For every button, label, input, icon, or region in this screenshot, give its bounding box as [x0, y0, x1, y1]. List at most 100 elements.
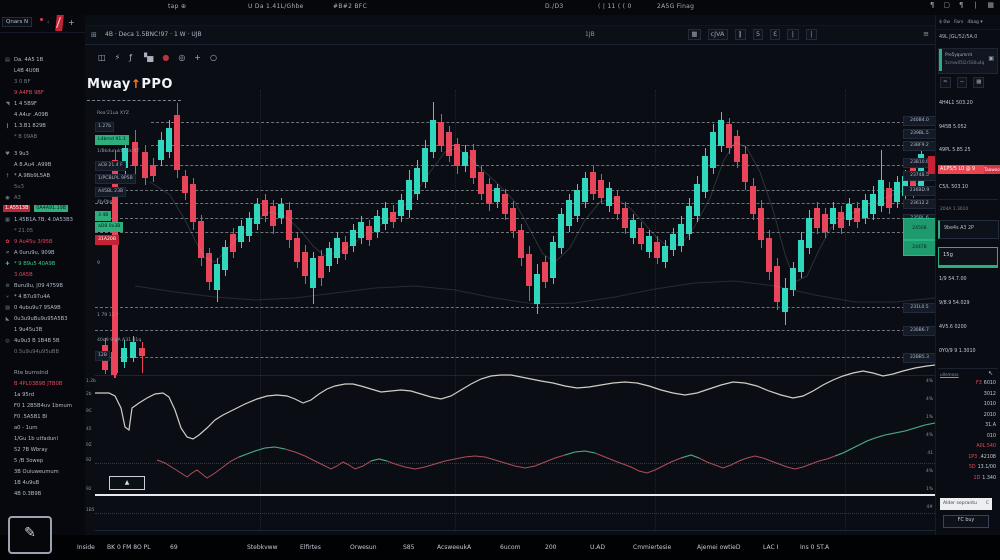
- topbar-item[interactable]: U Da 1.41L/Ghbe: [248, 3, 304, 10]
- watchlist-item[interactable]: ▨0 4ubu9u7 95A9B: [0, 302, 85, 313]
- watchlist-item[interactable]: ⑂* 4 B7u97u4A: [0, 291, 85, 302]
- watchlist-item[interactable]: A 8.Au4 .A99B: [0, 159, 85, 170]
- function-icon[interactable]: ƒ: [129, 53, 132, 62]
- bars-icon[interactable]: ▝▅: [141, 53, 153, 62]
- settings-icon[interactable]: ▦: [987, 1, 994, 9]
- topbar-item[interactable]: tap ⊕: [168, 3, 186, 10]
- watchlist-item[interactable]: 1/Gu 1b utfadunl: [0, 433, 85, 444]
- quote-row[interactable]: 9/8.9 54.029: [939, 301, 997, 306]
- quote-row[interactable]: 4V5.6 0200: [939, 325, 997, 330]
- watchlist-item[interactable]: a0 - 1urn: [0, 422, 85, 433]
- watchlist-item[interactable]: ◥1 4 5B9F: [0, 98, 85, 109]
- magnet-icon[interactable]: Ɛ: [770, 29, 780, 40]
- depth-row[interactable]: 1D1.340: [974, 476, 996, 481]
- statusbar-item[interactable]: 200: [545, 544, 556, 551]
- profile-icon[interactable]: ¶: [959, 1, 963, 9]
- layout-grid-icon[interactable]: ⊞: [91, 31, 97, 39]
- statusbar-item[interactable]: Orwesun: [350, 544, 377, 551]
- snapshot-icon[interactable]: ◫: [98, 53, 106, 62]
- statusbar-item[interactable]: Stebkvww: [247, 544, 278, 551]
- quote-row[interactable]: 945B 5.052: [939, 125, 997, 130]
- statusbar-item[interactable]: 69: [170, 544, 178, 551]
- watchlist-item[interactable]: ◣0u3u9uBu9u95A5B3: [0, 313, 85, 324]
- divider-icon[interactable]: ❘: [973, 1, 979, 9]
- depth-row[interactable]: F36010: [976, 381, 996, 386]
- order-info-box[interactable]: 9be4s A3 2P: [938, 220, 999, 239]
- watchlist-item[interactable]: * B 09AB: [0, 131, 85, 142]
- target-icon[interactable]: ◎: [178, 53, 185, 62]
- watchlist-item[interactable]: F0 1 2B5B4uv 1bmum: [0, 400, 85, 411]
- watchlist-item[interactable]: 5 /B 3owep: [0, 455, 85, 466]
- circle-icon[interactable]: ○: [210, 53, 217, 62]
- topbar-item[interactable]: ( | 11 ( ( 0: [598, 3, 632, 10]
- watchlist-item[interactable]: ◎4u9u3 B 1B4B 5B: [0, 335, 85, 346]
- watchlist-item[interactable]: ▤Da. 4A5 1B: [0, 54, 85, 65]
- watchlist-item[interactable]: 1B 4u9uB: [0, 477, 85, 488]
- watchlist-item[interactable]: ▦1.45B1A.7B, 4.0A53B3: [0, 214, 85, 225]
- quote-row[interactable]: C5/L 503.10: [939, 185, 997, 190]
- statusbar-item[interactable]: Inside: [77, 544, 95, 551]
- depth-row[interactable]: 1010: [984, 402, 996, 407]
- topbar-item[interactable]: #B#2 BFC: [333, 3, 367, 10]
- order-control-icon[interactable]: ▦: [973, 77, 984, 88]
- watchlist-item[interactable]: L4B 4U0B: [0, 65, 85, 76]
- topbar-item[interactable]: 2A5G Finag: [657, 3, 694, 10]
- symbol-info[interactable]: 4B · Deca 1.5BNC!97 · 1 W · UJB: [105, 31, 202, 38]
- watchlist-item[interactable]: B 4PL03B9B JTB0B: [0, 378, 85, 389]
- statusbar-item[interactable]: 6ucom: [500, 544, 520, 551]
- watchlist-item[interactable]: 4B 0.3B9B: [0, 488, 85, 499]
- watchlist-item[interactable]: 4 A4ur .A09B: [0, 109, 85, 120]
- record-icon[interactable]: ●: [162, 53, 169, 62]
- watchlist-item[interactable]: ≠A 0uru9u, 909B: [0, 247, 85, 258]
- statusbar-item[interactable]: AcsweeukA: [437, 544, 471, 551]
- plus-icon[interactable]: +: [194, 53, 201, 62]
- watchlist-item[interactable]: ✿9 Au45u 3/95B: [0, 236, 85, 247]
- account-card[interactable]: Pre5yqumrnt 5cmw05l2r5S0u4q ▣: [938, 48, 998, 74]
- watchlist-item[interactable]: ◉A3: [0, 192, 85, 203]
- watchlist-item[interactable]: 5u3: [0, 181, 85, 192]
- statusbar-item[interactable]: U.AD: [590, 544, 605, 551]
- sell-button[interactable]: Taawoo: [984, 165, 1000, 174]
- statusbar-item[interactable]: BK 0 FM 8O PL: [107, 544, 151, 551]
- depth-row[interactable]: 3012: [984, 392, 996, 397]
- lightning-icon[interactable]: ⚡: [115, 53, 121, 62]
- toolbar-menu-icon[interactable]: ≡: [923, 30, 929, 38]
- indicator-label[interactable]: cJVA: [708, 29, 728, 40]
- quote-row[interactable]: 0Y0/9 9 1.3010: [939, 349, 997, 354]
- watchlist-item[interactable]: †* A.9Bb9L5AB: [0, 170, 85, 181]
- watchlist-tab[interactable]: Qnars N: [2, 17, 32, 27]
- bar-icon[interactable]: ❙: [735, 29, 746, 40]
- watchlist-item[interactable]: ⊜Buru9u, |09 4759B: [0, 280, 85, 291]
- watchlist-item[interactable]: 1 9u45u3B: [0, 324, 85, 335]
- depth-row[interactable]: 2010: [984, 413, 996, 418]
- depth-row[interactable]: 31.A: [985, 423, 996, 428]
- interval-box[interactable]: 5: [753, 29, 763, 40]
- watchlist-item[interactable]: 9 A4FB 9BF: [0, 87, 85, 98]
- notifications-icon[interactable]: ¶: [930, 1, 934, 9]
- statusbar-item[interactable]: S85: [403, 544, 414, 551]
- chevron-left-icon[interactable]: ‹: [47, 19, 49, 26]
- topbar-item[interactable]: D./D3: [545, 3, 564, 10]
- watchlist-item[interactable]: ✚* 9 B9u5 40A9B: [0, 258, 85, 269]
- panel-toggle-icon[interactable]: ✎: [8, 516, 52, 554]
- watchlist-item[interactable]: 1a 95rd: [0, 389, 85, 400]
- current-price-box[interactable]: 15g: [938, 247, 998, 268]
- depth-row[interactable]: 1P3.42108: [968, 455, 996, 460]
- depth-label[interactable]: ullemoss: [940, 372, 959, 377]
- order-header-item[interactable]: Fars: [954, 20, 963, 25]
- panels-icon[interactable]: ▦: [688, 29, 700, 40]
- chart-plot[interactable]: ▲ 240B4.0239BL.523BF9.223B10.62374B.5236…: [95, 90, 935, 536]
- watchlist-item[interactable]: F0 .5A5B1 Bl: [0, 411, 85, 422]
- statusbar-item[interactable]: Cmmiertesie: [633, 544, 671, 551]
- depth-row[interactable]: 5D13.1/00: [969, 465, 996, 470]
- order-header-item[interactable]: $ 0w: [939, 20, 950, 25]
- watchlist-item[interactable]: * 21.05: [0, 225, 85, 236]
- watchlist-item[interactable]: ❙1.3.B1 829B: [0, 120, 85, 131]
- depth-row[interactable]: 010: [987, 434, 996, 439]
- buy-button[interactable]: FC buy: [943, 515, 989, 528]
- watchlist-item[interactable]: 52 7B Wbray: [0, 444, 85, 455]
- quote-row[interactable]: A1P5/5 L0 @ 9: [938, 165, 986, 174]
- quote-row[interactable]: 1/9 54.7.00: [939, 277, 997, 282]
- quote-row[interactable]: 4H4L1 503.20: [939, 101, 997, 106]
- watchlist-item[interactable]: ♥3 9u3: [0, 148, 85, 159]
